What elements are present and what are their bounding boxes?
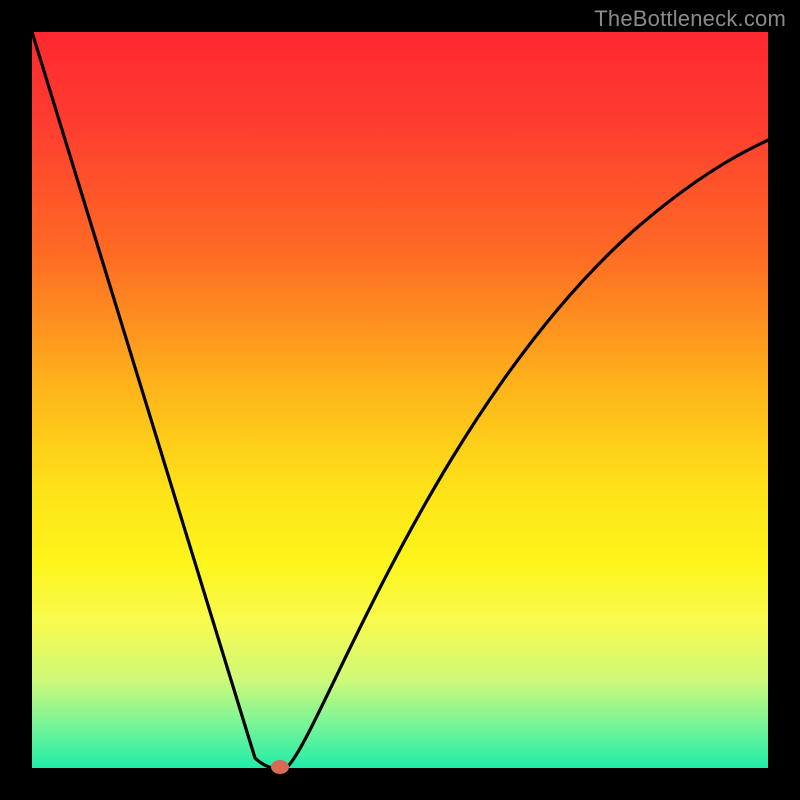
- chart-stage: TheBottleneck.com: [0, 0, 800, 800]
- optimum-marker: [271, 760, 289, 774]
- plot-area: [32, 32, 768, 768]
- watermark-text: TheBottleneck.com: [594, 6, 786, 32]
- curve-path: [32, 32, 768, 768]
- bottleneck-curve: [32, 32, 768, 768]
